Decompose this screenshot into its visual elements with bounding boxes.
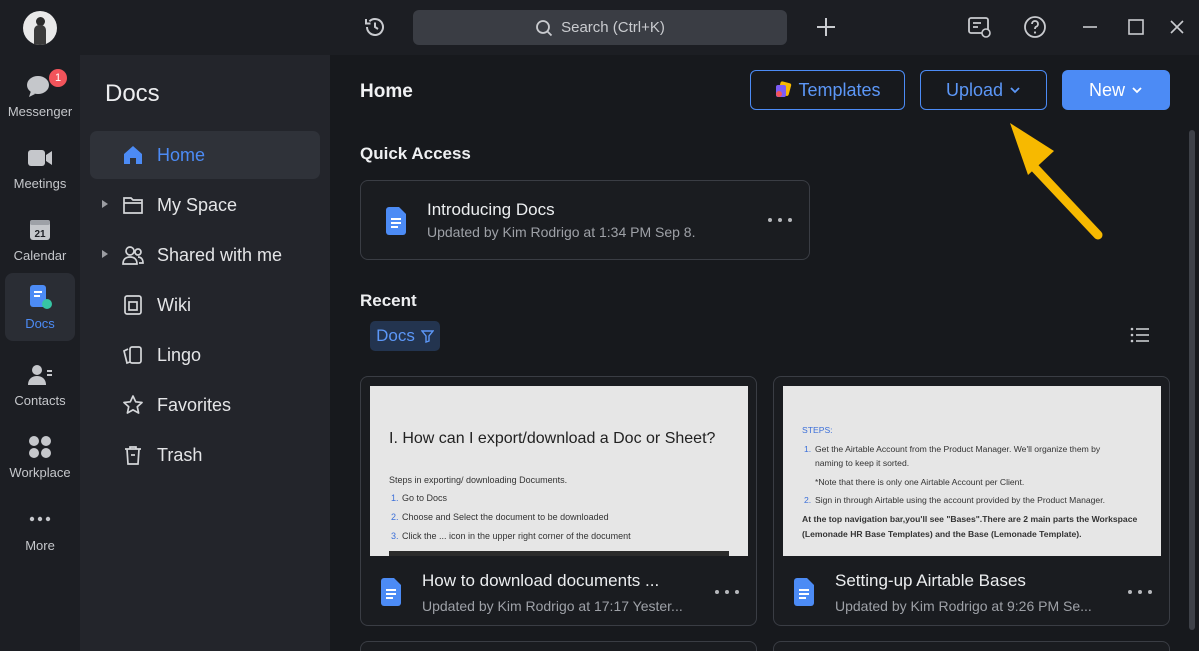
doc-title: Setting-up Airtable Bases: [835, 571, 1026, 590]
folder-icon: [123, 197, 143, 214]
rail-label: More: [25, 538, 55, 553]
rail-item-docs[interactable]: Docs: [5, 273, 75, 341]
doc-file-icon: [381, 578, 401, 606]
recent-title: Recent: [360, 291, 417, 310]
sidebar-item-wiki[interactable]: Wiki: [90, 281, 320, 329]
page-title: Home: [360, 81, 413, 102]
rail-item-meetings[interactable]: Meetings: [5, 135, 75, 203]
minimize-icon[interactable]: [1079, 16, 1101, 38]
sidebar-item-trash[interactable]: Trash: [90, 431, 320, 479]
chevron-down-icon: [1010, 87, 1020, 94]
rail-label: Calendar: [13, 248, 67, 263]
history-icon[interactable]: [362, 14, 388, 40]
filter-label: Docs: [376, 326, 415, 345]
help-icon[interactable]: [1022, 14, 1048, 40]
doc-thumbnail: I. How can I export/download a Doc or Sh…: [370, 386, 748, 556]
doc-file-icon: [794, 578, 814, 606]
maximize-icon[interactable]: [1125, 16, 1147, 38]
more-dots-icon: [29, 516, 51, 522]
rail-label: Docs: [25, 316, 55, 331]
screen-notification-icon[interactable]: [966, 14, 992, 40]
quick-access-card[interactable]: Introducing Docs Updated by Kim Rodrigo …: [360, 180, 810, 260]
doc-thumbnail: STEPS: 1. Get the Airtable Account from …: [783, 386, 1161, 556]
more-options-icon[interactable]: [715, 590, 739, 596]
doc-meta: Updated by Kim Rodrigo at 9:26 PM Se...: [835, 598, 1092, 614]
expand-caret-icon[interactable]: [102, 200, 108, 208]
sidebar-item-label: Wiki: [157, 295, 191, 315]
docs-sidebar: Docs Home My Space Shared with me Wiki L…: [80, 55, 330, 651]
rail-label: Workplace: [9, 465, 71, 480]
doc-title: Introducing Docs: [427, 200, 555, 219]
docs-icon: [30, 285, 52, 309]
rail-item-more[interactable]: More: [5, 497, 75, 565]
sidebar-item-favorites[interactable]: Favorites: [90, 381, 320, 429]
new-button[interactable]: New: [1062, 70, 1170, 110]
close-icon[interactable]: [1166, 16, 1188, 38]
search-icon: [536, 19, 553, 36]
sidebar-title: Docs: [105, 80, 160, 107]
more-options-icon[interactable]: [1128, 590, 1152, 596]
pointer-arrow-icon: [1010, 123, 1103, 240]
doc-meta: Updated by Kim Rodrigo at 1:34 PM Sep 8.: [427, 224, 696, 240]
recent-doc-card-partial[interactable]: [360, 641, 757, 651]
sidebar-item-lingo[interactable]: Lingo: [90, 331, 320, 379]
upload-label: Upload: [945, 79, 1004, 100]
plus-icon[interactable]: [814, 15, 838, 39]
sidebar-item-home[interactable]: Home: [90, 131, 320, 179]
lingo-cards-icon: [123, 346, 142, 365]
quick-access-title: Quick Access: [360, 144, 471, 163]
list-view-icon[interactable]: [1130, 326, 1150, 344]
contacts-icon: [28, 365, 52, 385]
video-camera-icon: [28, 150, 52, 166]
star-icon: [123, 395, 143, 414]
unread-badge: 1: [49, 69, 67, 87]
rail-item-messenger[interactable]: Messenger 1: [5, 63, 75, 131]
title-bar: Search (Ctrl+K): [0, 0, 1199, 55]
rail-label: Contacts: [14, 393, 66, 408]
people-icon: [122, 246, 144, 265]
filter-funnel-icon: [420, 329, 434, 343]
sidebar-item-shared-with-me[interactable]: Shared with me: [90, 231, 320, 279]
expand-caret-icon[interactable]: [102, 250, 108, 258]
doc-type-filter[interactable]: Docs: [370, 321, 440, 351]
templates-icon: [776, 81, 792, 97]
recent-doc-card-partial[interactable]: [773, 641, 1170, 651]
doc-file-icon: [386, 207, 406, 235]
rail-label: Messenger: [7, 104, 73, 119]
templates-button[interactable]: Templates: [750, 70, 905, 110]
new-label: New: [1088, 79, 1125, 100]
rail-item-calendar[interactable]: 21 Calendar: [5, 207, 75, 275]
sidebar-item-label: Home: [157, 145, 206, 165]
search-bar[interactable]: Search (Ctrl+K): [413, 10, 787, 45]
calendar-icon: 21: [30, 220, 50, 240]
trash-icon: [125, 446, 141, 465]
app-rail: Messenger 1 Meetings 21 Calendar Docs Co: [0, 55, 80, 651]
main-content: Home Templates Upload New Quick Access I…: [330, 55, 1199, 651]
avatar[interactable]: [23, 11, 57, 45]
rail-item-contacts[interactable]: Contacts: [5, 352, 75, 420]
rail-label: Meetings: [13, 176, 67, 191]
sidebar-item-label: Lingo: [157, 345, 202, 365]
chevron-down-icon: [1132, 87, 1142, 94]
sidebar-item-label: Trash: [157, 445, 203, 465]
search-placeholder: Search (Ctrl+K): [561, 19, 665, 36]
doc-meta: Updated by Kim Rodrigo at 17:17 Yester..…: [422, 598, 683, 614]
sidebar-item-label: Shared with me: [157, 245, 283, 265]
more-options-icon[interactable]: [768, 218, 792, 224]
scrollbar[interactable]: [1189, 130, 1195, 630]
rail-item-workplace[interactable]: Workplace: [5, 424, 75, 492]
sidebar-item-label: Favorites: [157, 395, 232, 415]
svg-text:21: 21: [34, 229, 46, 240]
sidebar-item-my-space[interactable]: My Space: [90, 181, 320, 229]
sidebar-item-label: My Space: [157, 195, 238, 215]
templates-label: Templates: [798, 79, 881, 100]
doc-title: How to download documents ...: [422, 571, 660, 590]
apps-grid-icon: [29, 436, 51, 458]
recent-doc-card[interactable]: STEPS: 1. Get the Airtable Account from …: [773, 376, 1170, 626]
wiki-book-icon: [124, 295, 142, 315]
recent-doc-card[interactable]: I. How can I export/download a Doc or Sh…: [360, 376, 757, 626]
home-icon: [124, 146, 142, 164]
upload-button[interactable]: Upload: [920, 70, 1047, 110]
